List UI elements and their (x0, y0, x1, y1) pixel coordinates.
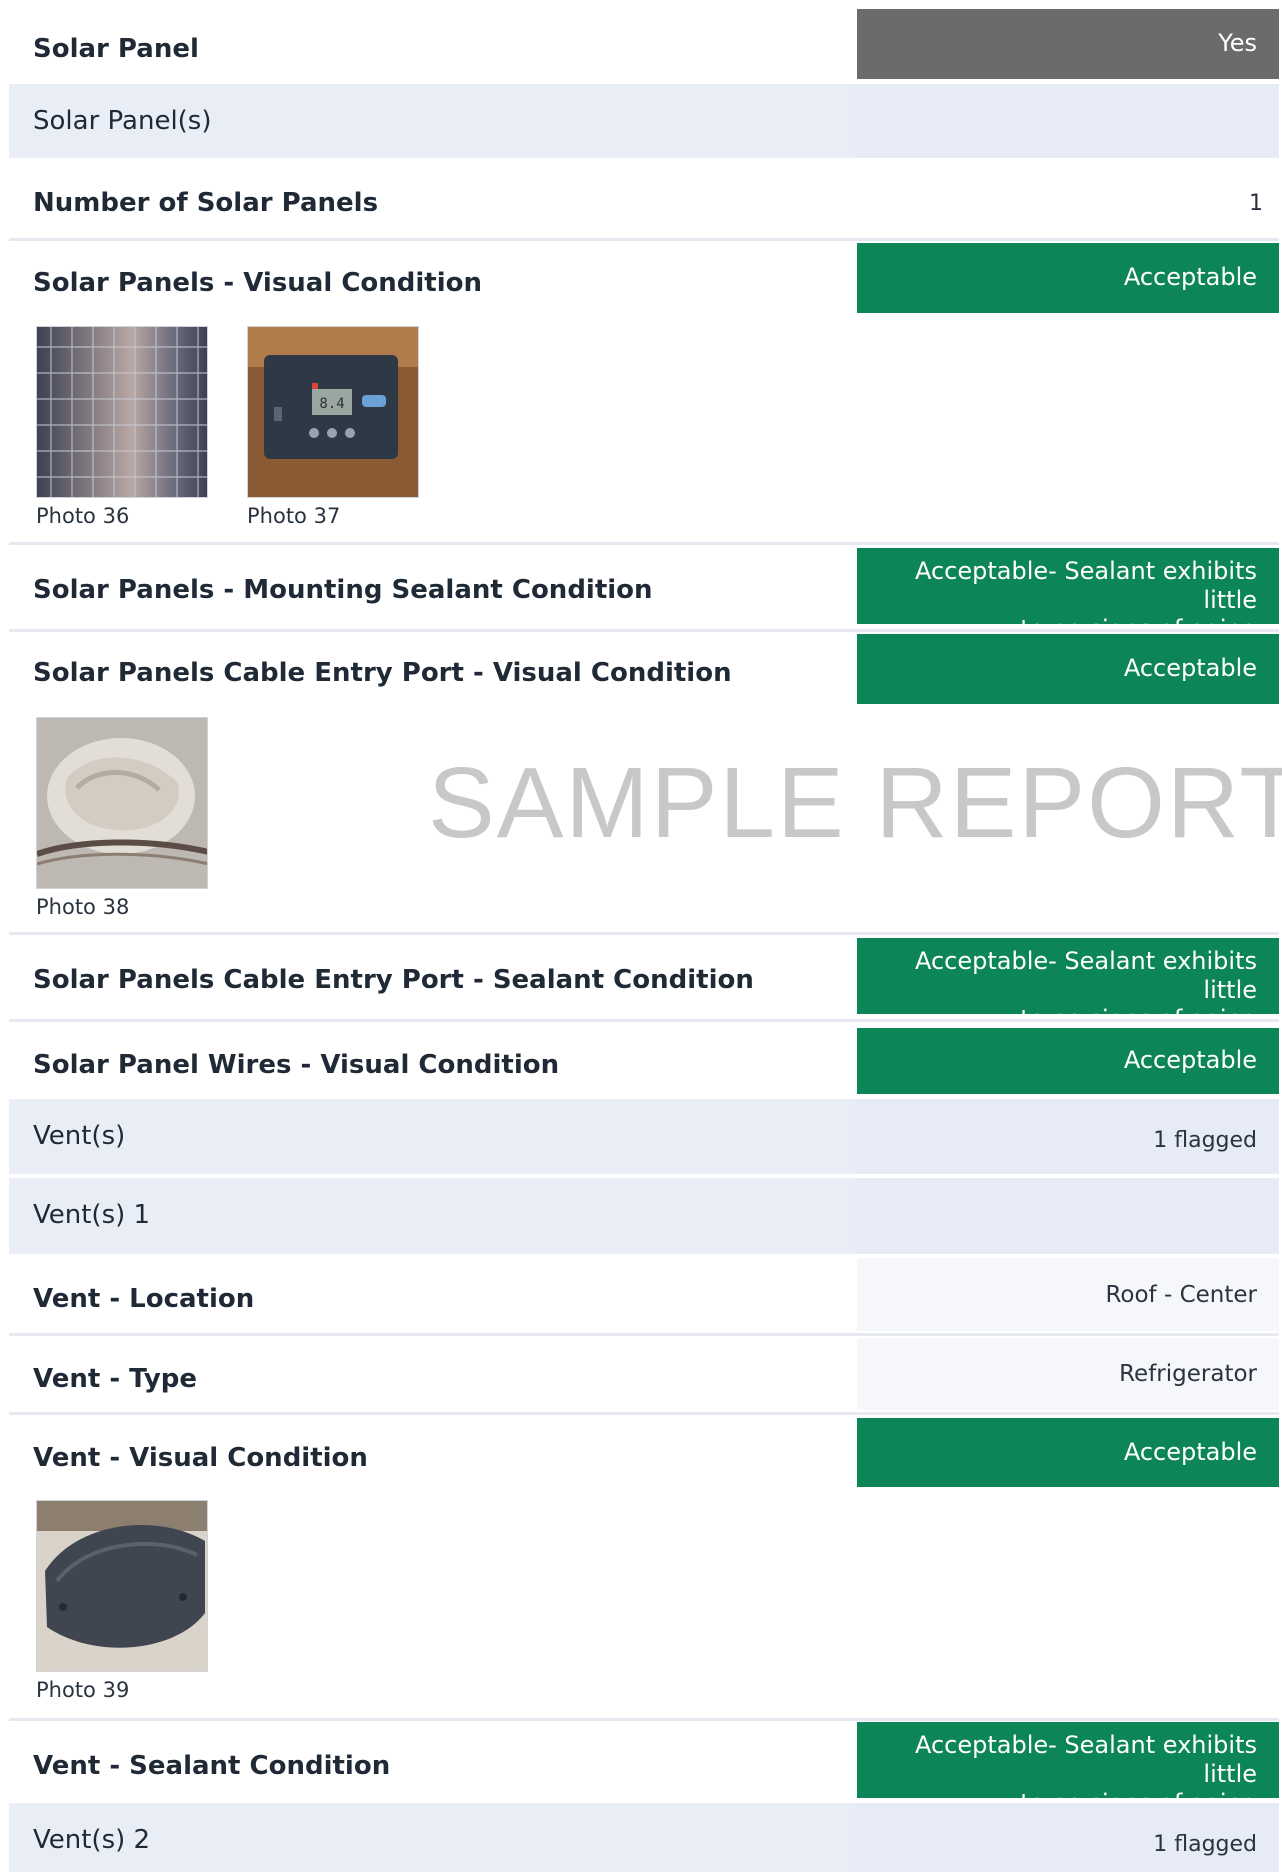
row-label: Solar Panel (33, 34, 199, 64)
row-label: Vent - Sealant Condition (33, 1751, 391, 1781)
row-label: Solar Panels Cable Entry Port - Sealant … (33, 965, 754, 995)
row-label: Vent - Visual Condition (33, 1443, 368, 1473)
sample-report-watermark: SAMPLE REPORT (428, 747, 1282, 859)
row-label: Vent - Type (33, 1364, 198, 1394)
row-label: Solar Panels - Mounting Sealant Conditio… (33, 575, 653, 605)
status-badge: Acceptable (857, 1028, 1279, 1094)
row-label: Solar Panels - Visual Condition (33, 268, 483, 298)
section-title: Vent(s) 2 (33, 1825, 151, 1855)
flagged-count: 1 flagged (1153, 1832, 1257, 1857)
photo-caption: Photo 37 (247, 504, 341, 528)
section-band (9, 1178, 1279, 1254)
section-vents-1[interactable]: Vent(s) 1 (9, 1178, 1279, 1254)
section-vents-2[interactable]: Vent(s) 2 1 flagged (9, 1803, 1279, 1872)
status-text-line-1: Acceptable- Sealant exhibits little (914, 1731, 1257, 1788)
photo-caption: Photo 38 (36, 895, 130, 919)
status-badge: Acceptable- Sealant exhibits little to n… (857, 548, 1279, 643)
row-number-of-solar-panels: Number of Solar Panels 1 (9, 158, 1279, 238)
status-badge: Acceptable- Sealant exhibits little to n… (857, 938, 1279, 1033)
row-value: Refrigerator (1119, 1361, 1257, 1387)
photo-38-thumbnail[interactable] (36, 717, 208, 889)
section-solar-panels[interactable]: Solar Panel(s) (9, 84, 1279, 158)
row-label: Vent - Location (33, 1284, 255, 1314)
status-badge: Yes (857, 9, 1279, 79)
status-text-line-1: Acceptable- Sealant exhibits little (914, 557, 1257, 614)
row-value: Roof - Center (1105, 1282, 1257, 1308)
status-badge: Acceptable- Sealant exhibits little to n… (857, 1722, 1279, 1817)
svg-text:8.4: 8.4 (319, 396, 344, 412)
photo-37-thumbnail[interactable]: 8.4 (247, 326, 419, 498)
photo-caption: Photo 39 (36, 1678, 130, 1702)
section-title: Solar Panel(s) (33, 106, 212, 136)
value-cell: Refrigerator (857, 1338, 1279, 1410)
section-band (9, 1099, 1279, 1174)
row-label: Solar Panel Wires - Visual Condition (33, 1050, 560, 1080)
value-cell: Roof - Center (857, 1258, 1279, 1331)
row-label: Solar Panels Cable Entry Port - Visual C… (33, 658, 732, 688)
photo-caption: Photo 36 (36, 504, 130, 528)
flagged-count: 1 flagged (1153, 1128, 1257, 1153)
section-title: Vent(s) (33, 1121, 126, 1151)
photo-39-thumbnail[interactable] (36, 1500, 208, 1672)
row-label: Number of Solar Panels (33, 188, 379, 218)
status-badge: Acceptable (857, 243, 1279, 313)
status-badge: Acceptable (857, 634, 1279, 704)
row-value: 1 (1249, 191, 1263, 216)
status-text-line-1: Acceptable- Sealant exhibits little (914, 947, 1257, 1004)
section-title: Vent(s) 1 (33, 1200, 151, 1230)
photo-36-thumbnail[interactable] (36, 326, 208, 498)
section-band (9, 1803, 1279, 1872)
status-badge: Acceptable (857, 1418, 1279, 1487)
section-vents[interactable]: Vent(s) 1 flagged (9, 1099, 1279, 1174)
